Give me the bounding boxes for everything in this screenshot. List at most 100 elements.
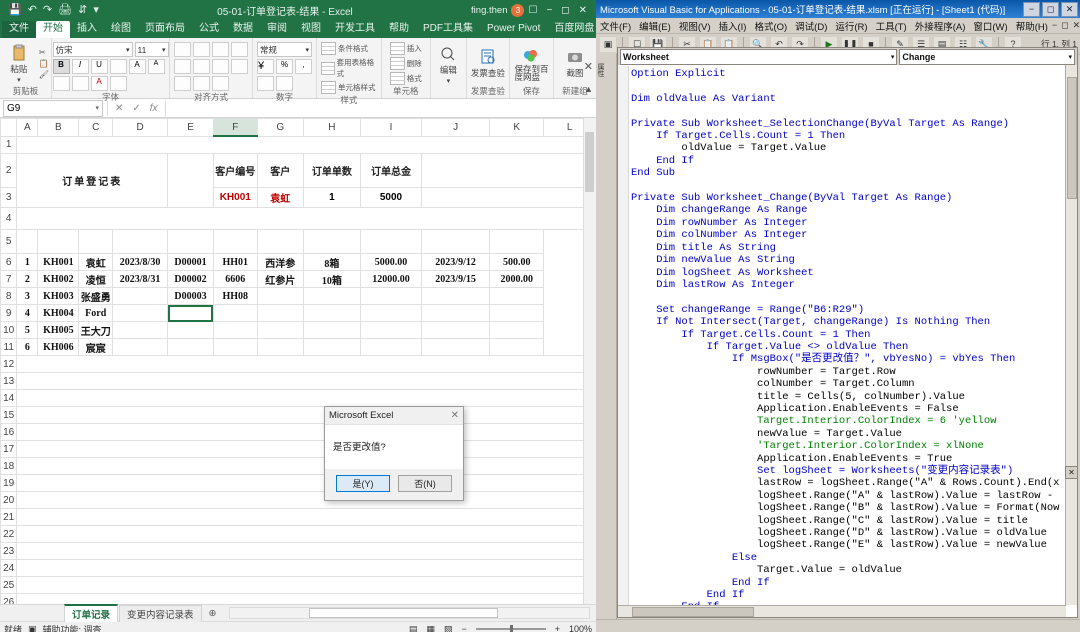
shrink-font-button[interactable]: A	[147, 59, 165, 74]
grid-blank-cell[interactable]	[16, 355, 596, 373]
query-value-customer[interactable]: 袁虹	[256, 187, 304, 208]
increase-indent-icon[interactable]	[193, 76, 210, 91]
menu-help[interactable]: 帮助(H)	[1012, 19, 1052, 33]
orientation-icon[interactable]	[231, 42, 248, 57]
grid-blank-cell[interactable]	[16, 593, 596, 604]
table-row[interactable]: 9 4 KH004 Ford	[0, 304, 596, 322]
sheet-tab-change-log[interactable]: 变更内容记录表	[119, 604, 202, 622]
grid-blank-cell[interactable]	[16, 389, 596, 407]
chevron-down-icon[interactable]: ▾	[891, 53, 895, 61]
cell-order-no[interactable]	[167, 338, 214, 356]
menu-format[interactable]: 格式(O)	[750, 19, 791, 33]
vertical-scroll-thumb[interactable]	[585, 132, 594, 192]
code-text-area[interactable]: Option Explicit Dim oldValue As Variant …	[618, 65, 1077, 605]
cell-customer[interactable]: 宸宸	[78, 338, 114, 356]
grid-blank-cell[interactable]	[16, 440, 596, 458]
cell-prepaid[interactable]	[489, 287, 545, 305]
dialog-yes-button[interactable]: 是(Y)	[336, 475, 390, 492]
format-painter-icon[interactable]: 🖌	[39, 70, 49, 79]
wrap-text-icon[interactable]	[231, 59, 248, 74]
ribbon-collapse-icon[interactable]: ▲	[584, 84, 593, 94]
column-header-G[interactable]: G	[256, 118, 304, 137]
phonetic-icon[interactable]	[109, 76, 127, 91]
ribbon-tab-developer[interactable]: 开发工具	[328, 21, 382, 38]
menu-file[interactable]: 文件(F)	[596, 19, 635, 33]
ribbon-display-icon[interactable]: ☐	[528, 5, 537, 16]
chevron-down-icon[interactable]: ▾	[1068, 53, 1072, 61]
chevron-down-icon[interactable]: ▾	[126, 46, 130, 54]
cell-delivery-date[interactable]	[420, 304, 491, 322]
active-cell[interactable]	[167, 304, 214, 322]
cell-est-amount[interactable]	[359, 338, 422, 356]
row-header[interactable]: 10	[0, 321, 18, 339]
window-controls[interactable]: ☐ − ◻ ✕	[528, 5, 592, 16]
zoom-slider-knob[interactable]	[509, 625, 513, 632]
grid-blank-cell[interactable]	[16, 372, 596, 390]
cell-order-no[interactable]	[167, 321, 214, 339]
table-row[interactable]: 7 2 KH002 凌恒 2023/8/31 D00002 6606 红参片 1…	[0, 270, 596, 288]
decrease-indent-icon[interactable]	[174, 76, 191, 91]
row-header[interactable]: 22	[0, 525, 18, 543]
object-combo[interactable]: Worksheet ▾	[620, 48, 898, 65]
cell-customer[interactable]: 凌恒	[78, 270, 114, 288]
row-header[interactable]: 15	[0, 406, 18, 424]
column-header-row[interactable]: A B C D E F G H I J K L	[0, 118, 596, 137]
cell-product-model[interactable]	[212, 321, 258, 339]
vbe-restore-button[interactable]: ◻	[1042, 1, 1059, 17]
grid-blank-cell[interactable]	[16, 559, 596, 577]
cell-customer[interactable]: 王大刀	[78, 321, 114, 339]
column-header-K[interactable]: K	[489, 118, 545, 137]
vbe-menu-bar[interactable]: 文件(F) 编辑(E) 视图(V) 插入(I) 格式(O) 调试(D) 运行(R…	[596, 18, 1080, 34]
cell-prepaid[interactable]	[489, 304, 545, 322]
code-horizontal-scroll-thumb[interactable]	[632, 607, 754, 617]
row-header[interactable]: 21	[0, 508, 18, 526]
cell-quantity[interactable]	[302, 321, 361, 339]
horizontal-scroll-thumb[interactable]	[308, 608, 498, 618]
ribbon-tab-insert[interactable]: 插入	[70, 21, 104, 38]
chevron-down-icon[interactable]: ▾	[447, 77, 451, 85]
copy-icon[interactable]: 📋	[39, 59, 49, 68]
cell-seq[interactable]: 6	[16, 338, 39, 356]
print-icon[interactable]: 🖨	[58, 4, 72, 16]
cell-prepaid[interactable]	[489, 321, 545, 339]
row-header[interactable]: 4	[0, 207, 18, 230]
cell-order-no[interactable]: D00001	[167, 253, 214, 271]
cell-est-amount[interactable]: 5000.00	[359, 253, 422, 271]
align-bottom-icon[interactable]	[212, 42, 229, 57]
cell-product-name[interactable]: 红参片	[256, 270, 304, 288]
grid-blank-cell[interactable]	[16, 491, 596, 509]
paste-chevron-icon[interactable]: ▾	[17, 76, 21, 84]
bold-button[interactable]: B	[52, 59, 70, 74]
cell-order-no[interactable]: D00002	[167, 270, 214, 288]
worksheet-grid[interactable]: A B C D E F G H I J K L 1 2 订单登记表 客户查询 客…	[0, 118, 596, 604]
cell-prepaid[interactable]: 2000.00	[489, 270, 545, 288]
column-header-F[interactable]: F	[212, 118, 258, 137]
vbe-minimize-button[interactable]: −	[1023, 1, 1040, 17]
ribbon-tab-bar[interactable]: 文件 开始 插入 绘图 页面布局 公式 数据 审阅 视图 开发工具 帮助 PDF…	[0, 20, 596, 38]
menu-edit[interactable]: 编辑(E)	[635, 19, 675, 33]
align-left-icon[interactable]	[174, 59, 191, 74]
vbe-split-button[interactable]: ✕	[1065, 466, 1078, 479]
grid-blank-cell[interactable]	[16, 508, 596, 526]
row-header[interactable]: 24	[0, 559, 18, 577]
code-vertical-scrollbar[interactable]	[1065, 65, 1077, 605]
row-header[interactable]: 19	[0, 474, 18, 492]
row-header[interactable]: 14	[0, 389, 18, 407]
cancel-icon[interactable]: ✕	[115, 103, 123, 114]
align-center-icon[interactable]	[193, 59, 210, 74]
underline-button[interactable]: U	[90, 59, 108, 74]
cell-est-amount[interactable]: 12000.00	[359, 270, 422, 288]
menu-view[interactable]: 视图(V)	[675, 19, 715, 33]
row-header[interactable]: 13	[0, 372, 18, 390]
number-format-select[interactable]: 常规 ▾	[257, 42, 312, 57]
menu-addins[interactable]: 外接程序(A)	[911, 19, 970, 33]
row-header[interactable]: 8	[0, 287, 18, 305]
cell-quantity[interactable]: 10箱	[302, 270, 361, 288]
grow-font-button[interactable]: A	[128, 59, 146, 74]
row-header[interactable]: 11	[0, 338, 18, 356]
table-row[interactable]: 10 5 KH005 王大刀	[0, 321, 596, 339]
cell-product-name[interactable]: 西洋参	[256, 253, 304, 271]
close-button[interactable]: ✕	[579, 5, 587, 16]
select-all-corner[interactable]	[0, 118, 18, 137]
ribbon-tab-formulas[interactable]: 公式	[192, 21, 226, 38]
